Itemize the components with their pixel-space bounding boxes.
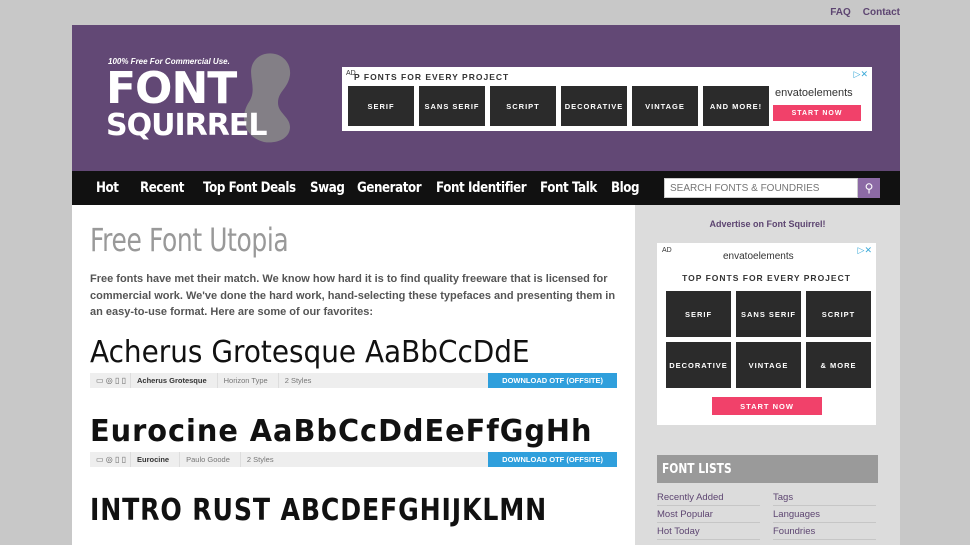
list-link-hot-today[interactable]: Hot Today — [657, 523, 760, 540]
font-name-link[interactable]: Acherus Grotesque — [130, 372, 217, 388]
ad-tile-more[interactable]: & MORE — [806, 342, 871, 388]
ad-start-now-button[interactable]: START NOW — [773, 105, 861, 121]
ad-tile-decorative[interactable]: DECORATIVE — [561, 86, 627, 126]
nav-font-talk[interactable]: Font Talk — [540, 180, 597, 196]
content-area: Free Font Utopia Free fonts have met the… — [72, 205, 900, 545]
site-logo[interactable]: 100% Free For Commercial Use. FONT SQUIR… — [106, 53, 296, 155]
sidebar: Advertise on Font Squirrel! AD ▷✕ envato… — [635, 205, 900, 545]
ad-close-icon[interactable]: ▷✕ — [858, 245, 872, 256]
main-column: Free Font Utopia Free fonts have met the… — [72, 205, 635, 545]
ad-tile-sans-serif[interactable]: SANS SERIF — [419, 86, 485, 126]
nav-blog[interactable]: Blog — [611, 180, 640, 196]
ad-tiles: SERIF SANS SERIF SCRIPT DECORATIVE VINTA… — [666, 291, 871, 388]
search-icon[interactable]: ⚲ — [858, 178, 880, 198]
advertise-link[interactable]: Advertise on Font Squirrel! — [657, 219, 878, 229]
download-button[interactable]: DOWNLOAD OTF (OFFSITE) — [488, 451, 617, 467]
ad-tiles: SERIF SANS SERIF SCRIPT DECORATIVE VINTA… — [348, 86, 769, 126]
platform-icons: ▭ ◎ ▯ ▯ — [96, 454, 127, 464]
page-wrapper: 100% Free For Commercial Use. FONT SQUIR… — [72, 25, 900, 545]
ad-tile-decorative[interactable]: DECORATIVE — [666, 342, 731, 388]
search-input[interactable] — [664, 178, 858, 198]
font-lists-title: FONT LISTS — [662, 461, 732, 477]
font-sample-eurocine[interactable]: Eurocine AaBbCcDdEeFfGgHh — [90, 414, 596, 449]
download-button[interactable]: DOWNLOAD OTF (OFFSITE) — [488, 372, 617, 388]
font-lists-header: FONT LISTS — [657, 455, 878, 483]
font-name-link[interactable]: Eurocine — [130, 451, 179, 467]
platform-icons: ▭ ◎ ▯ ▯ — [96, 375, 127, 385]
header-ad-banner[interactable]: AD P FONTS FOR EVERY PROJECT ▷✕ SERIF SA… — [342, 67, 872, 131]
ad-tile-vintage[interactable]: VINTAGE — [736, 342, 801, 388]
ad-tile-more[interactable]: AND MORE! — [703, 86, 769, 126]
contact-link[interactable]: Contact — [863, 7, 900, 18]
page-title: Free Font Utopia — [90, 221, 289, 259]
ad-tile-vintage[interactable]: VINTAGE — [632, 86, 698, 126]
font-lists-links: Recently Added Tags Most Popular Languag… — [657, 489, 878, 540]
envato-logo: envatoelements — [775, 87, 853, 99]
ad-tile-script[interactable]: SCRIPT — [490, 86, 556, 126]
faq-link[interactable]: FAQ — [830, 7, 851, 18]
ad-tile-serif[interactable]: SERIF — [348, 86, 414, 126]
list-link-recently-added[interactable]: Recently Added — [657, 489, 760, 506]
logo-word-squirrel: SQUIRREL — [106, 108, 267, 143]
ad-close-icon[interactable]: ▷✕ — [854, 69, 868, 80]
logo-word-font: FONT — [106, 63, 237, 114]
list-link-languages[interactable]: Languages — [773, 506, 876, 523]
font-sample-acherus[interactable]: Acherus Grotesque AaBbCcDdE — [90, 335, 580, 370]
nav-recent[interactable]: Recent — [140, 180, 184, 196]
ad-start-now-button[interactable]: START NOW — [712, 397, 822, 415]
nav-font-identifier[interactable]: Font Identifier — [436, 180, 527, 196]
ad-title: P FONTS FOR EVERY PROJECT — [354, 72, 510, 82]
nav-generator[interactable]: Generator — [357, 180, 422, 196]
ad-tile-sans-serif[interactable]: SANS SERIF — [736, 291, 801, 337]
top-links: FAQ Contact — [830, 7, 900, 18]
foundry-link[interactable]: Paulo Goode — [179, 451, 240, 467]
ad-tile-serif[interactable]: SERIF — [666, 291, 731, 337]
nav-swag[interactable]: Swag — [310, 180, 345, 196]
font-meta-bar: ▭ ◎ ▯ ▯ Acherus Grotesque Horizon Type 2… — [90, 372, 617, 388]
ad-label: AD — [662, 247, 672, 254]
list-link-foundries[interactable]: Foundries — [773, 523, 876, 540]
main-nav: Hot Recent Top Font Deals Swag Generator… — [72, 171, 900, 205]
styles-count[interactable]: 2 Styles — [277, 372, 322, 388]
styles-count[interactable]: 2 Styles — [239, 451, 284, 467]
search-box: ⚲ — [664, 178, 880, 198]
font-meta-bar: ▭ ◎ ▯ ▯ Eurocine Paulo Goode 2 Styles DO… — [90, 451, 617, 467]
list-link-most-popular[interactable]: Most Popular — [657, 506, 760, 523]
envato-logo: envatoelements — [723, 251, 794, 262]
ad-title: TOP FONTS FOR EVERY PROJECT — [682, 273, 851, 283]
site-header: 100% Free For Commercial Use. FONT SQUIR… — [72, 25, 900, 171]
nav-hot[interactable]: Hot — [96, 180, 119, 196]
list-link-tags[interactable]: Tags — [773, 489, 876, 506]
font-sample-intro-rust[interactable]: INTRO RUST ABCDEFGHIJKLMN — [90, 493, 546, 528]
nav-top-font-deals[interactable]: Top Font Deals — [203, 180, 296, 196]
foundry-link[interactable]: Horizon Type — [216, 372, 278, 388]
sidebar-ad[interactable]: AD ▷✕ envatoelements TOP FONTS FOR EVERY… — [657, 243, 876, 425]
intro-text: Free fonts have met their match. We know… — [90, 273, 616, 318]
ad-tile-script[interactable]: SCRIPT — [806, 291, 871, 337]
